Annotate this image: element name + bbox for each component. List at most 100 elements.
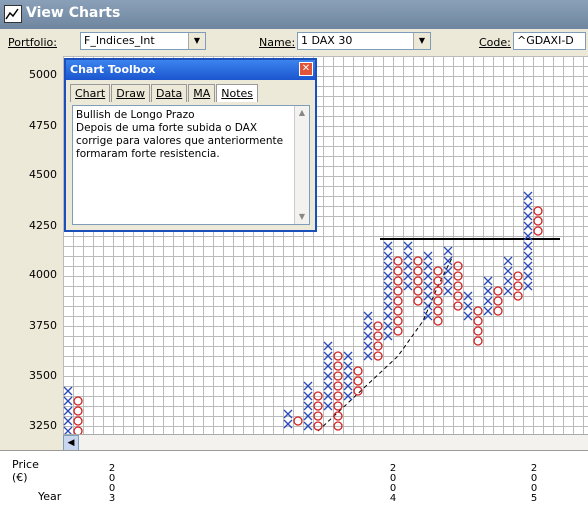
x-mark bbox=[443, 266, 453, 276]
x-mark bbox=[443, 286, 453, 296]
up-arrow-icon[interactable]: ▲ bbox=[295, 106, 309, 120]
o-mark bbox=[333, 411, 343, 421]
o-mark bbox=[453, 261, 463, 271]
x-mark bbox=[63, 426, 73, 434]
o-mark bbox=[473, 306, 483, 316]
o-mark bbox=[333, 401, 343, 411]
o-mark bbox=[393, 266, 403, 276]
window-title: View Charts bbox=[26, 5, 121, 21]
toolbox-title: Chart Toolbox bbox=[70, 63, 156, 76]
o-mark bbox=[393, 296, 403, 306]
name-label: Name: bbox=[259, 36, 296, 49]
notes-scrollbar[interactable]: ▲ ▼ bbox=[294, 106, 309, 224]
x-mark bbox=[303, 421, 313, 431]
y-tick: 4250 bbox=[29, 219, 57, 232]
o-mark bbox=[393, 286, 403, 296]
x-mark bbox=[423, 301, 433, 311]
portfolio-value: F_Indices_Int bbox=[84, 34, 155, 47]
name-select[interactable]: 1 DAX 30 ▼ bbox=[297, 32, 431, 50]
x-mark bbox=[363, 311, 373, 321]
y-tick: 5000 bbox=[29, 68, 57, 81]
year-digit: 4 bbox=[389, 493, 397, 504]
chevron-down-icon[interactable]: ▼ bbox=[188, 33, 205, 49]
title-bar: View Charts bbox=[0, 0, 588, 30]
toolbox-tabs: Chart Draw Data MA Notes bbox=[70, 82, 259, 102]
portfolio-select[interactable]: F_Indices_Int ▼ bbox=[80, 32, 206, 50]
o-mark bbox=[433, 296, 443, 306]
portfolio-label: Portfolio: bbox=[8, 36, 57, 49]
o-mark bbox=[293, 416, 303, 426]
o-mark bbox=[73, 396, 83, 406]
year-2003: 2 0 0 3 bbox=[108, 464, 116, 504]
y-axis: 5000 4750 4500 4250 4000 3750 3500 3250 bbox=[0, 56, 64, 434]
down-arrow-icon[interactable]: ▼ bbox=[295, 210, 309, 224]
trend-line bbox=[317, 255, 454, 432]
x-mark bbox=[423, 281, 433, 291]
x-mark bbox=[483, 286, 493, 296]
chart-toolbox[interactable]: Chart Toolbox ✕ Chart Draw Data MA Notes Bul… bbox=[64, 58, 317, 232]
y-tick: 3500 bbox=[29, 369, 57, 382]
x-mark bbox=[443, 246, 453, 256]
tab-chart[interactable]: Chart bbox=[70, 84, 111, 102]
x-mark bbox=[363, 331, 373, 341]
o-mark bbox=[313, 421, 323, 431]
tab-draw[interactable]: Draw bbox=[111, 84, 150, 102]
x-mark bbox=[523, 221, 533, 231]
x-mark bbox=[383, 291, 393, 301]
o-mark bbox=[433, 306, 443, 316]
notes-textarea[interactable]: Bullish de Longo Prazo Depois de uma for… bbox=[72, 105, 310, 225]
tab-data[interactable]: Data bbox=[150, 84, 188, 102]
o-mark bbox=[453, 271, 463, 281]
o-mark bbox=[473, 336, 483, 346]
x-mark bbox=[523, 251, 533, 261]
x-mark bbox=[503, 266, 513, 276]
o-mark bbox=[433, 286, 443, 296]
o-mark bbox=[333, 361, 343, 371]
x-mark bbox=[523, 191, 533, 201]
x-mark bbox=[523, 201, 533, 211]
y-tick: 4000 bbox=[29, 268, 57, 281]
x-mark bbox=[503, 286, 513, 296]
o-mark bbox=[433, 316, 443, 326]
o-mark bbox=[493, 306, 503, 316]
x-mark bbox=[523, 281, 533, 291]
o-mark bbox=[493, 286, 503, 296]
y-tick: 4500 bbox=[29, 168, 57, 181]
o-mark bbox=[373, 331, 383, 341]
x-mark bbox=[323, 401, 333, 411]
x-mark bbox=[423, 291, 433, 301]
x-mark bbox=[443, 276, 453, 286]
x-mark bbox=[403, 281, 413, 291]
tab-notes[interactable]: Notes bbox=[216, 84, 259, 102]
x-mark bbox=[403, 261, 413, 271]
o-mark bbox=[333, 421, 343, 431]
x-mark bbox=[403, 241, 413, 251]
notes-text: Bullish de Longo Prazo Depois de uma for… bbox=[76, 109, 284, 160]
close-icon[interactable]: ✕ bbox=[299, 62, 313, 76]
x-mark bbox=[383, 301, 393, 311]
left-arrow-icon[interactable]: ◀ bbox=[63, 435, 79, 451]
y-tick: 3750 bbox=[29, 319, 57, 332]
code-label: Code: bbox=[479, 36, 511, 49]
name-value: 1 DAX 30 bbox=[301, 34, 353, 47]
x-mark bbox=[463, 291, 473, 301]
o-mark bbox=[513, 291, 523, 301]
year-digit: 3 bbox=[108, 493, 116, 504]
o-mark bbox=[393, 276, 403, 286]
y-tick: 4750 bbox=[29, 119, 57, 132]
x-mark bbox=[303, 381, 313, 391]
x-mark bbox=[423, 271, 433, 281]
x-mark bbox=[343, 381, 353, 391]
year-2004: 2 0 0 4 bbox=[389, 464, 397, 504]
code-select[interactable]: ^GDAXI-D bbox=[513, 32, 586, 50]
x-mark bbox=[343, 361, 353, 371]
x-mark bbox=[383, 241, 393, 251]
code-value: ^GDAXI-D bbox=[517, 34, 574, 47]
horizontal-scrollbar[interactable]: ◀ bbox=[63, 434, 588, 451]
x-mark bbox=[383, 251, 393, 261]
toolbox-title-bar[interactable]: Chart Toolbox ✕ bbox=[66, 60, 315, 80]
o-mark bbox=[413, 296, 423, 306]
x-mark bbox=[343, 371, 353, 381]
tab-ma[interactable]: MA bbox=[188, 84, 216, 102]
chevron-down-icon[interactable]: ▼ bbox=[413, 33, 430, 49]
